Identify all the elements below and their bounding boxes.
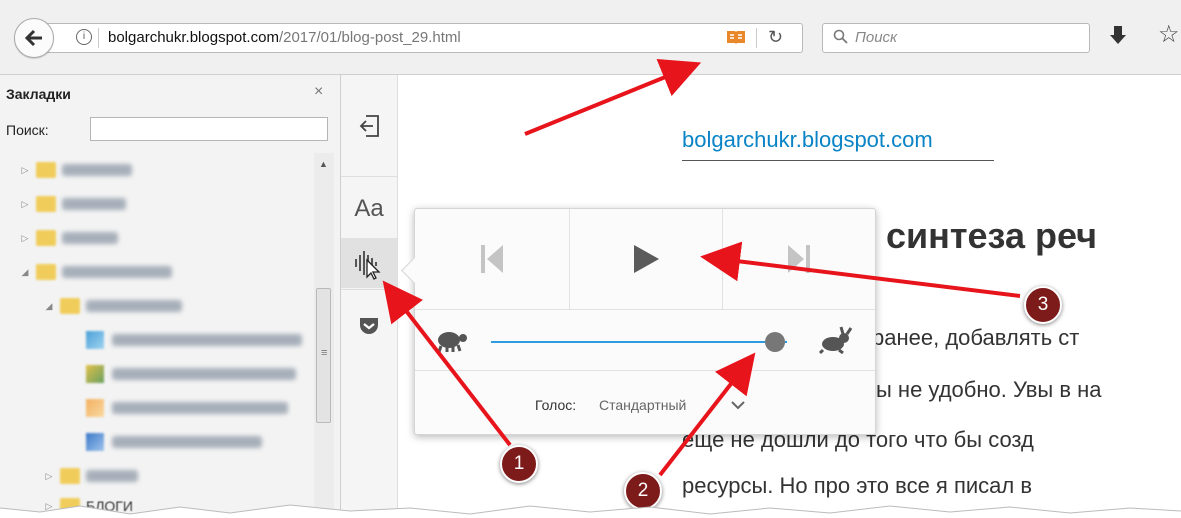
annotation-layer — [382, 59, 1021, 477]
arrow-to-reader-icon — [524, 59, 702, 136]
arrow-to-rate-slider — [658, 352, 756, 477]
arrow-to-narrate-button — [382, 280, 512, 447]
arrow-to-play-button — [700, 241, 1021, 298]
annotation-badge-3: 3 — [1024, 286, 1062, 324]
annotation-badge-1: 1 — [500, 445, 538, 483]
torn-edge — [0, 504, 1181, 518]
